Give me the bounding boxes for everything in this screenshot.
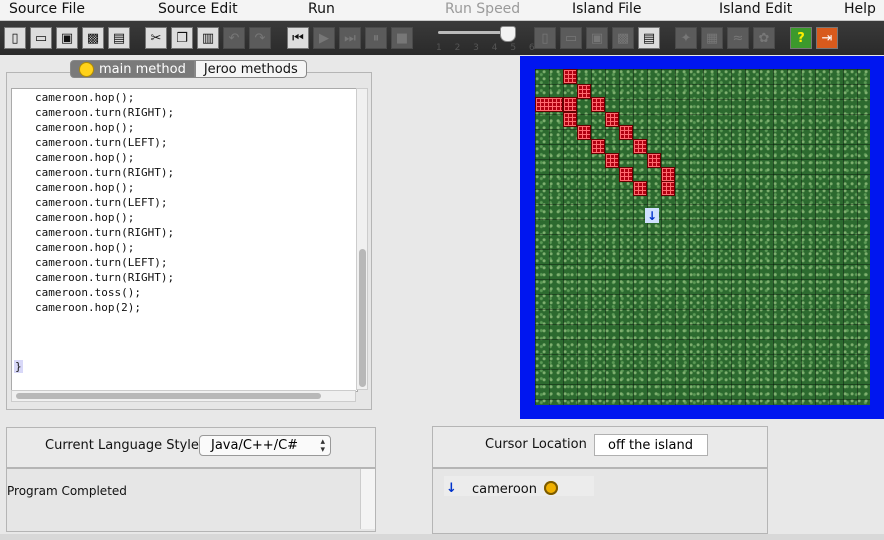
tab-jeroo-methods[interactable]: Jeroo methods (194, 60, 307, 78)
jeroo-name: cameroon (472, 482, 537, 497)
paste-icon[interactable]: ▥ (197, 27, 219, 49)
help-icon[interactable]: ? (790, 27, 812, 49)
save-icon[interactable]: ▣ (56, 27, 78, 49)
net-cell (661, 181, 675, 196)
tab-jeroo-methods-label: Jeroo methods (203, 61, 298, 77)
status-scrollbar[interactable] (360, 469, 375, 529)
code-horizontal-scrollbar[interactable] (11, 390, 356, 402)
menu-source-file[interactable]: Source File (9, 1, 85, 17)
stop-icon[interactable]: ■ (391, 27, 413, 49)
net-cell (661, 167, 675, 182)
menu-island-edit[interactable]: Island Edit (719, 1, 792, 17)
code-line: cameroon.hop(); (35, 151, 135, 164)
water-icon[interactable]: ≈ (727, 27, 749, 49)
status-message: Program Completed (7, 484, 127, 498)
copy-icon[interactable]: ❐ (171, 27, 193, 49)
flower-tool-icon[interactable]: ✿ (753, 27, 775, 49)
net-cell (619, 167, 633, 182)
net-cell (633, 139, 647, 154)
code-vertical-scrollbar[interactable] (356, 88, 368, 390)
code-line: cameroon.hop(); (35, 181, 135, 194)
editor-tabs: main method Jeroo methods (70, 60, 307, 80)
save-as-icon[interactable]: ▩ (82, 27, 104, 49)
code-line: cameroon.turn(RIGHT); (35, 106, 175, 119)
window-bottom-edge (0, 534, 884, 540)
run-speed-slider-knob[interactable] (500, 26, 516, 42)
code-line: cameroon.turn(RIGHT); (35, 166, 175, 179)
redo-icon[interactable]: ↷ (249, 27, 271, 49)
run-continuous-icon[interactable]: ▶ (313, 27, 335, 49)
chevron-updown-icon: ▴ ▾ (320, 437, 325, 455)
net-cell (647, 153, 661, 168)
net-cell (619, 125, 633, 140)
net-cell (563, 112, 577, 127)
new-file-icon[interactable]: ▯ (4, 27, 26, 49)
code-line: cameroon.turn(LEFT); (35, 136, 168, 149)
language-label: Current Language Style (45, 438, 199, 453)
code-line: cameroon.turn(LEFT); (35, 196, 168, 209)
menu-help[interactable]: Help (844, 1, 876, 17)
tab-main-method[interactable]: main method (70, 60, 195, 78)
language-select[interactable]: Java/C++/C# ▴ ▾ (199, 435, 331, 456)
flower-icon (544, 481, 558, 495)
code-line: cameroon.turn(RIGHT); (35, 226, 175, 239)
save-island-icon[interactable]: ▣ (586, 27, 608, 49)
net-cell (563, 69, 577, 84)
open-island-icon[interactable]: ▭ (560, 27, 582, 49)
island-grid[interactable] (535, 69, 870, 405)
code-line: cameroon.hop(); (35, 211, 135, 224)
net-cell (563, 97, 577, 112)
reset-icon[interactable]: ⏮ (287, 27, 309, 49)
code-line: cameroon.hop(2); (35, 301, 141, 314)
language-select-value: Java/C++/C# (211, 438, 299, 453)
status-panel (6, 468, 376, 532)
net-cell (633, 181, 647, 196)
clear-island-icon[interactable]: ✦ (675, 27, 697, 49)
menu-bar: Source File Source Edit Run Run Speed Is… (0, 0, 884, 21)
scroll-thumb[interactable] (16, 393, 321, 399)
undo-icon[interactable]: ↶ (223, 27, 245, 49)
cut-icon[interactable]: ✂ (145, 27, 167, 49)
print-island-icon[interactable]: ▤ (638, 27, 660, 49)
menu-run-speed[interactable]: Run Speed (445, 1, 520, 17)
net-cell (577, 125, 591, 140)
code-line: cameroon.hop(); (35, 91, 135, 104)
save-island-as-icon[interactable]: ▩ (612, 27, 634, 49)
scroll-thumb[interactable] (359, 249, 366, 387)
open-file-icon[interactable]: ▭ (30, 27, 52, 49)
closing-brace: } (14, 360, 23, 373)
menu-island-file[interactable]: Island File (572, 1, 642, 17)
smiley-icon (79, 61, 94, 77)
net-cell (605, 112, 619, 127)
net-cell (591, 97, 605, 112)
menu-run[interactable]: Run (308, 1, 335, 17)
pause-icon[interactable]: ⏸ (365, 27, 387, 49)
code-line: cameroon.turn(RIGHT); (35, 271, 175, 284)
code-editor[interactable]: cameroon.hop(); cameroon.turn(RIGHT); ca… (11, 88, 358, 392)
cursor-location-value: off the island (608, 437, 693, 453)
cursor-location-label: Cursor Location (485, 437, 587, 452)
code-line: cameroon.hop(); (35, 121, 135, 134)
jeroo-south-arrow-icon: ↓ (645, 208, 659, 223)
run-speed-ticks: 1 2 3 4 5 6 (436, 43, 540, 53)
cursor-location-field: off the island (594, 434, 708, 456)
step-icon[interactable]: ⏭ (339, 27, 361, 49)
net-cell (605, 153, 619, 168)
tab-main-method-label: main method (99, 61, 186, 77)
menu-source-edit[interactable]: Source Edit (158, 1, 238, 17)
net-cell (591, 139, 605, 154)
grid-icon[interactable]: ▦ (701, 27, 723, 49)
print-icon[interactable]: ▤ (108, 27, 130, 49)
arrow-down-icon: ↓ (446, 481, 457, 496)
net-cell (535, 97, 563, 112)
code-line: cameroon.hop(); (35, 241, 135, 254)
code-line: cameroon.turn(LEFT); (35, 256, 168, 269)
code-line: cameroon.toss(); (35, 286, 141, 299)
exit-icon[interactable]: ⇥ (816, 27, 838, 49)
net-cell (577, 84, 591, 99)
